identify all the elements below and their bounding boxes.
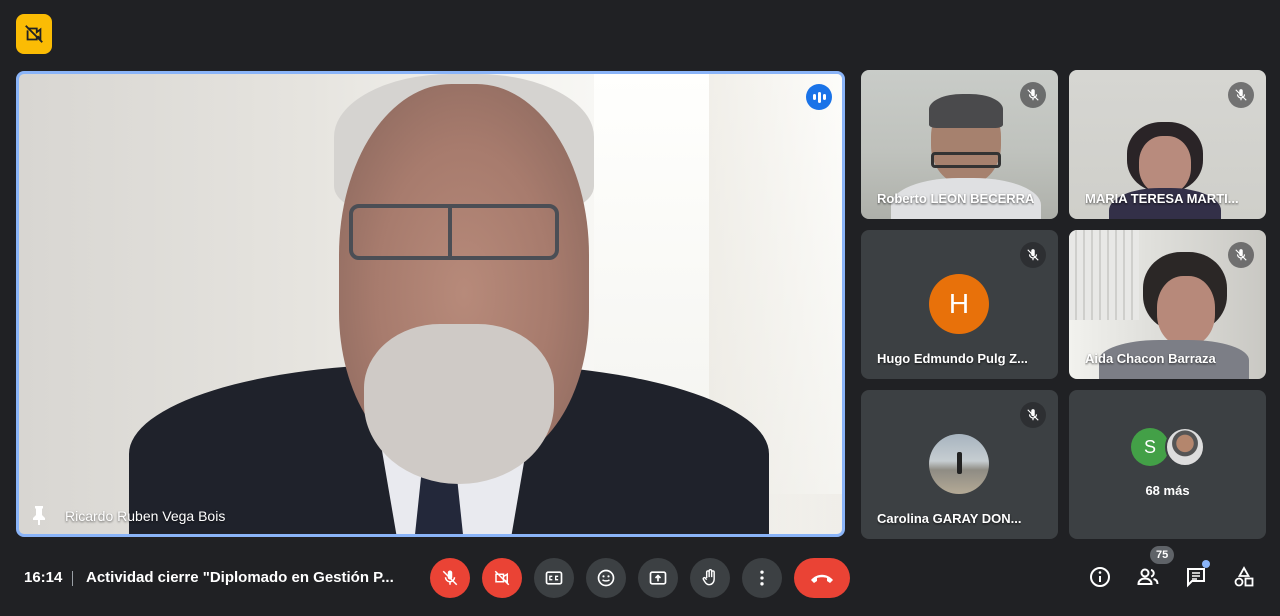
video-glasses <box>349 204 559 260</box>
chat-icon <box>1187 568 1205 588</box>
activities-button[interactable] <box>1231 564 1257 590</box>
participant-avatar-photo <box>929 434 989 494</box>
participant-tile[interactable]: Carolina GARAY DON... <box>861 390 1058 539</box>
pin-icon[interactable] <box>29 504 49 526</box>
captions-button[interactable] <box>534 558 574 598</box>
hang-up-icon <box>811 574 833 583</box>
meeting-title: Actividad cierre "Diplomado en Gestión P… <box>86 569 394 586</box>
mic-off-icon <box>1228 242 1254 268</box>
participant-name: Carolina GARAY DON... <box>877 511 1022 526</box>
participant-name: MARIA TERESA MARTI... <box>1085 191 1239 206</box>
captions-icon <box>545 571 563 585</box>
mic-off-icon <box>1020 402 1046 428</box>
more-participants-label: 68 más <box>1145 483 1190 498</box>
activities-icon <box>1234 566 1254 587</box>
people-count-badge: 75 <box>1150 546 1175 564</box>
no-camera-badge-icon <box>16 14 52 54</box>
participant-tile[interactable]: MARIA TERESA MARTI... <box>1069 70 1266 219</box>
participant-avatar: H <box>929 274 989 334</box>
participant-avatar-photo <box>1165 427 1205 467</box>
camera-toggle-button[interactable] <box>482 558 522 598</box>
leave-call-button[interactable] <box>794 558 850 598</box>
meeting-details-button[interactable] <box>1087 564 1113 590</box>
main-speaker-tile[interactable]: Ricardo Ruben Vega Bois <box>16 71 845 537</box>
clock: 16:14 <box>24 569 63 586</box>
mic-off-icon <box>1228 82 1254 108</box>
camera-off-icon <box>494 570 510 586</box>
main-speaker-name: Ricardo Ruben Vega Bois <box>65 508 226 524</box>
raise-hand-button[interactable] <box>690 558 730 598</box>
raise-hand-icon <box>702 569 715 586</box>
mic-toggle-button[interactable] <box>430 558 470 598</box>
video-beard <box>364 324 554 484</box>
show-everyone-button[interactable] <box>1135 564 1161 590</box>
present-screen-icon <box>649 571 667 585</box>
emoji-icon <box>597 569 615 587</box>
separator <box>72 571 73 586</box>
participant-name: Aida Chacon Barraza <box>1085 351 1216 366</box>
speaking-indicator-icon <box>806 84 832 110</box>
more-options-button[interactable] <box>742 558 782 598</box>
more-vert-icon <box>760 570 764 586</box>
participant-avatar: S <box>1131 428 1169 466</box>
info-icon <box>1090 567 1110 587</box>
mic-off-icon <box>1020 242 1046 268</box>
more-participants-tile[interactable]: S 68 más <box>1069 390 1266 539</box>
mic-off-icon <box>442 570 458 586</box>
participant-tile[interactable]: H Hugo Edmundo Pulg Z... <box>861 230 1058 379</box>
chat-button[interactable] <box>1183 564 1209 590</box>
people-icon <box>1137 568 1159 585</box>
participant-name: Roberto LEON BECERRA <box>877 191 1035 206</box>
bottom-toolbar: 16:14 Actividad cierre "Diplomado en Ges… <box>0 546 1280 606</box>
present-screen-button[interactable] <box>638 558 678 598</box>
reactions-button[interactable] <box>586 558 626 598</box>
participant-tile[interactable]: Aida Chacon Barraza <box>1069 230 1266 379</box>
participant-tile[interactable]: Roberto LEON BECERRA <box>861 70 1058 219</box>
mic-off-icon <box>1020 82 1046 108</box>
participant-name: Hugo Edmundo Pulg Z... <box>877 351 1028 366</box>
